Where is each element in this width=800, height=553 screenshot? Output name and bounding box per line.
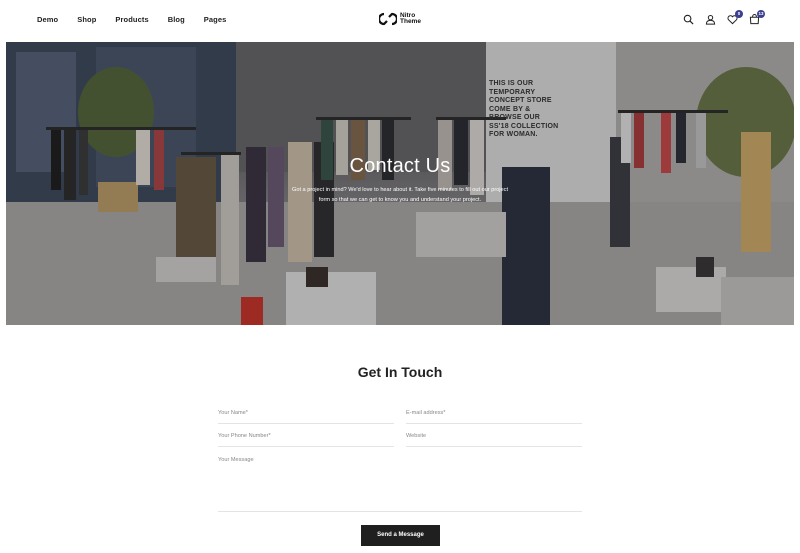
cart-icon[interactable]: 13 [749, 10, 765, 25]
phone-field[interactable]: Your Phone Number* [218, 433, 394, 447]
email-placeholder: E-mail address* [406, 410, 446, 416]
message-placeholder: Your Message [218, 457, 254, 463]
cart-count-badge: 13 [757, 10, 765, 18]
page-title: Contact Us [349, 155, 451, 177]
website-placeholder: Website [406, 433, 427, 439]
header-actions: 0 13 [683, 10, 765, 25]
search-icon[interactable] [683, 14, 694, 25]
send-message-button[interactable]: Send a Message [361, 525, 440, 546]
phone-placeholder: Your Phone Number* [218, 433, 271, 439]
nav-item-demo[interactable]: Demo [37, 15, 58, 24]
nav-item-blog[interactable]: Blog [168, 15, 185, 24]
name-placeholder: Your Name* [218, 410, 248, 416]
main-nav: Demo Shop Products Blog Pages [37, 15, 245, 24]
nav-item-pages[interactable]: Pages [204, 15, 227, 24]
logo-mark-icon [379, 12, 397, 26]
website-field[interactable]: Website [406, 433, 582, 447]
nav-item-products[interactable]: Products [115, 15, 148, 24]
hero-overlay [6, 42, 794, 325]
email-field[interactable]: E-mail address* [406, 410, 582, 424]
nav-item-shop[interactable]: Shop [77, 15, 96, 24]
hero-banner: THIS IS OUR TEMPORARY CONCEPT STORE COME… [6, 42, 794, 325]
site-logo[interactable]: Nitro Theme [379, 12, 421, 26]
logo-wordmark: Nitro Theme [400, 12, 421, 26]
site-header: Demo Shop Products Blog Pages Nitro Them… [0, 0, 800, 41]
logo-line-2: Theme [400, 18, 421, 25]
wishlist-count-badge: 0 [735, 10, 743, 18]
hero-description: Got a project in mind? We'd love to hear… [291, 187, 509, 203]
message-textarea[interactable]: Your Message [218, 457, 582, 512]
heart-icon[interactable]: 0 [727, 10, 743, 25]
wall-sign-text: THIS IS OUR TEMPORARY CONCEPT STORE COME… [489, 80, 559, 138]
section-title: Get In Touch [357, 364, 443, 380]
user-icon[interactable] [705, 14, 716, 25]
name-field[interactable]: Your Name* [218, 410, 394, 424]
